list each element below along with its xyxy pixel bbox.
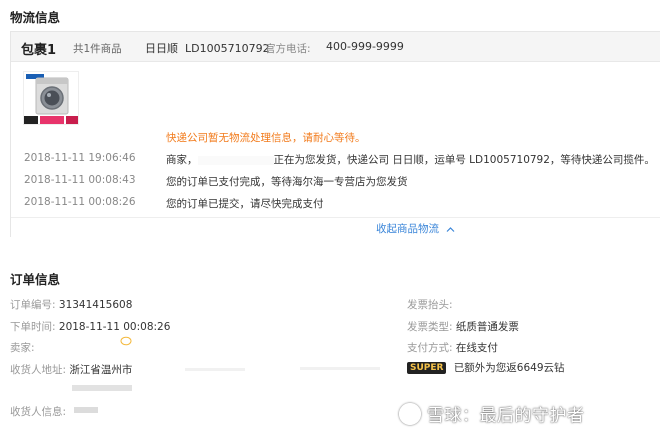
washing-machine-icon [24,72,78,124]
redacted-receiver [74,407,98,413]
order-time: 2018-11-11 00:08:26 [58,321,171,333]
carrier-info: 日日顺 LD1005710792 [145,40,270,56]
tracking-time: 2018-11-11 00:08:26 [24,196,136,208]
collapse-bar: 收起商品物流 [11,217,660,237]
package-header: 包裹1 共1件商品 日日顺 LD1005710792 官方电话: 400-999… [11,32,660,62]
logistics-section-title: 物流信息 [10,10,61,25]
order-time-field: 下单时间: 2018-11-11 00:08:26 [10,319,170,334]
tracking-text-prefix: 商家， [166,154,198,166]
field-label: 发票抬头: [407,299,453,311]
order-section-title: 订单信息 [10,272,61,287]
receiver-info-field: 收货人信息: [10,404,66,419]
redacted-address [72,385,132,391]
watermark: 雪球：最后的守护者 [399,401,585,426]
tracking-time: 2018-11-11 00:08:43 [24,174,136,186]
package-panel: 包裹1 共1件商品 日日顺 LD1005710792 官方电话: 400-999… [10,31,660,237]
field-label: 订单编号: [10,299,56,311]
payment-method: 在线支付 [455,342,498,354]
field-label: 收货人地址: [10,364,67,376]
carrier-name: 日日顺 [145,42,178,55]
field-label: 卖家: [10,342,35,354]
super-reward-text: 已额外为您返6649云钻 [453,362,565,374]
package-item-count: 共1件商品 [73,43,122,55]
tracking-status-warning: 快递公司暂无物流处理信息，请耐心等待。 [166,132,366,144]
seller-field: 卖家: [10,340,35,355]
collapse-label: 收起商品物流 [376,223,439,235]
tracking-event: 2018-11-11 19:06:46 商家， 正在为您发货，快递公司 日日顺，运… [11,152,655,172]
tracking-text: 您的订单已支付完成，等待海尔海一专营店为您发货 [166,176,408,188]
tracking-event: 2018-11-11 00:08:26 您的订单已提交，请尽快完成支付 [11,196,651,216]
shipping-address: 浙江省温州市 [69,364,133,376]
field-label: 收货人信息: [10,406,67,418]
invoice-title-field: 发票抬头: [407,297,453,312]
shipping-address-field: 收货人地址: 浙江省温州市 [10,362,132,377]
tracking-text: 商家， 正在为您发货，快递公司 日日顺，运单号 LD1005710792，等待快递… [166,152,655,167]
invoice-type-field: 发票类型: 纸质普通发票 [407,319,519,334]
package-name[interactable]: 包裹1 [21,39,56,58]
super-badge: SUPER [407,362,447,374]
tracking-time: 2018-11-11 19:06:46 [24,152,136,164]
order-number-field: 订单编号: 31341415608 [10,297,132,312]
tracking-number: LD1005710792 [185,42,270,55]
snowball-logo-icon [399,403,421,425]
field-label: 下单时间: [10,321,56,333]
collapse-logistics-button[interactable]: 收起商品物流 [376,221,455,236]
phone-label: 官方电话: [265,43,311,55]
watermark-text: 雪球：最后的守护者 [427,406,585,426]
redacted-name [197,155,274,165]
order-number: 31341415608 [58,299,133,311]
tracking-event: 快递公司暂无物流处理信息，请耐心等待。 [11,130,651,150]
tracking-text: 您的订单已提交，请尽快完成支付 [166,198,324,210]
field-label: 支付方式: [407,342,453,354]
tracking-event: 2018-11-11 00:08:43 您的订单已支付完成，等待海尔海一专营店为… [11,174,651,194]
invoice-type: 纸质普通发票 [455,321,519,333]
redacted-address [185,368,245,371]
wangwang-icon[interactable] [120,336,132,349]
payment-method-field: 支付方式: 在线支付 [407,340,498,355]
super-reward-field: SUPER 已额外为您返6649云钻 [407,360,565,375]
redacted-address [300,367,380,370]
chevron-up-icon [446,226,455,232]
field-label: 发票类型: [407,321,453,333]
tracking-text-suffix: 正在为您发货，快递公司 日日顺，运单号 LD1005710792，等待快递公司揽… [273,154,655,166]
carrier-phone: 400-999-9999 [326,40,404,53]
product-thumbnail[interactable] [23,71,79,125]
